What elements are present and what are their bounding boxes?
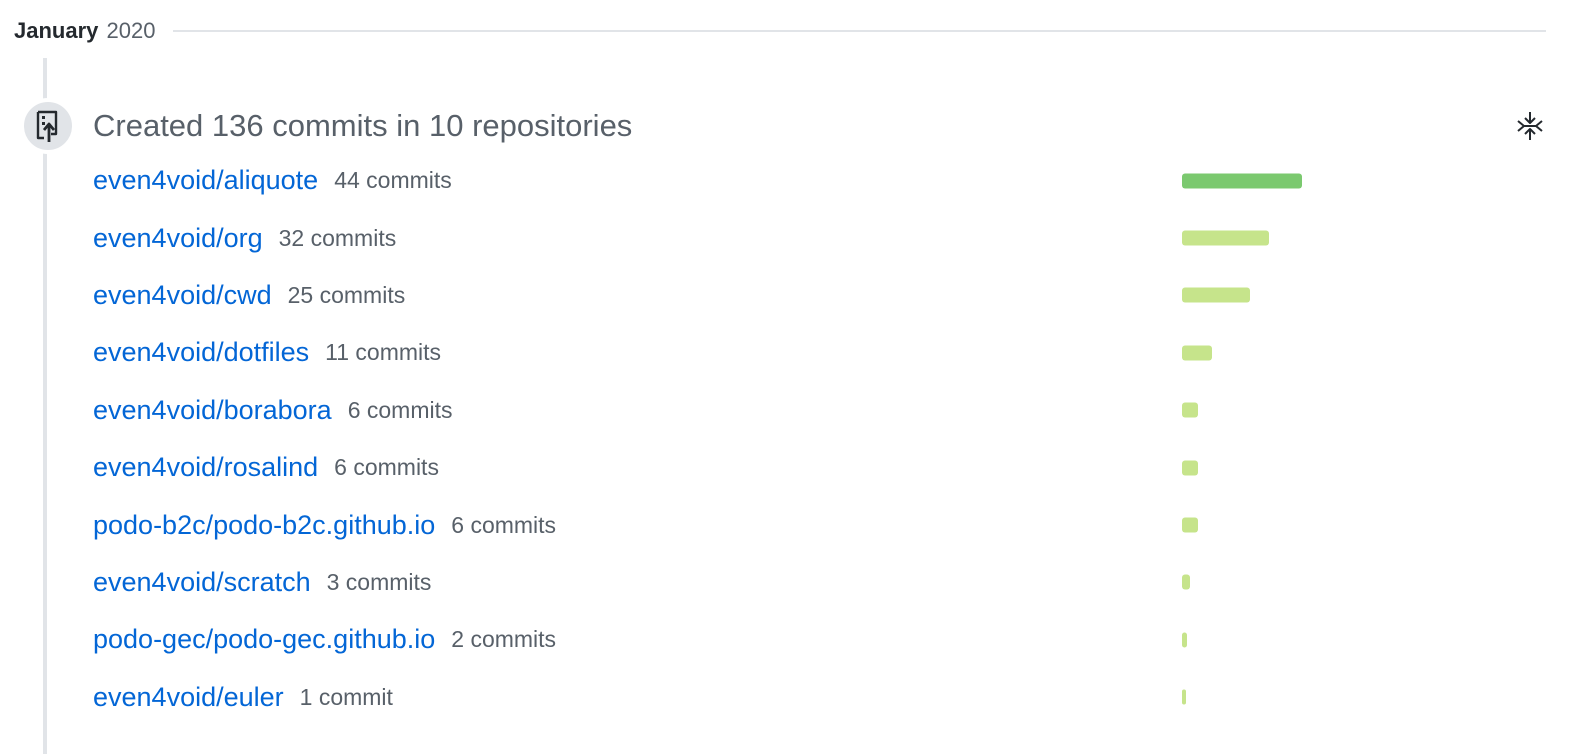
commit-bar-track bbox=[1182, 173, 1302, 189]
month-title: January 2020 bbox=[14, 18, 155, 44]
month-name: January bbox=[14, 18, 99, 43]
commit-bar-track bbox=[1182, 287, 1302, 303]
commit-bar-track bbox=[1182, 574, 1302, 590]
commit-bar bbox=[1182, 402, 1199, 418]
commit-count: 6 commits bbox=[347, 396, 453, 423]
repository-row: even4void/aliquote 44 commits bbox=[93, 152, 1393, 209]
commit-bar-track bbox=[1182, 230, 1302, 246]
repository-link[interactable]: even4void/euler bbox=[93, 682, 284, 713]
repository-row: podo-gec/podo-gec.github.io 2 commits bbox=[93, 611, 1393, 668]
commit-bar bbox=[1182, 230, 1270, 246]
repository-row: podo-b2c/podo-b2c.github.io 6 commits bbox=[93, 496, 1393, 553]
collapse-button[interactable] bbox=[1512, 108, 1548, 144]
timeline-line bbox=[43, 58, 47, 754]
event-badge bbox=[20, 98, 76, 154]
repository-link[interactable]: even4void/rosalind bbox=[93, 452, 318, 483]
commit-bar-track bbox=[1182, 517, 1302, 533]
commit-bar bbox=[1182, 574, 1191, 590]
commit-count: 25 commits bbox=[287, 281, 406, 308]
commit-bar bbox=[1182, 689, 1186, 705]
repository-link[interactable]: even4void/cwd bbox=[93, 280, 272, 311]
commit-bar bbox=[1182, 287, 1251, 303]
commit-bar bbox=[1182, 460, 1199, 476]
commit-count: 1 commit bbox=[299, 683, 393, 710]
event-summary: Created 136 commits in 10 repositories bbox=[93, 108, 633, 143]
repository-link[interactable]: even4void/dotfiles bbox=[93, 337, 309, 368]
commit-count: 2 commits bbox=[451, 626, 557, 653]
commit-bar-track bbox=[1182, 402, 1302, 418]
commit-bar bbox=[1182, 173, 1302, 189]
month-divider bbox=[173, 30, 1546, 32]
fold-icon bbox=[1517, 112, 1543, 140]
repository-row: even4void/rosalind 6 commits bbox=[93, 439, 1393, 496]
repository-link[interactable]: even4void/aliquote bbox=[93, 165, 318, 196]
commit-count: 44 commits bbox=[334, 167, 452, 194]
commit-bar bbox=[1182, 517, 1199, 533]
repository-link[interactable]: even4void/org bbox=[93, 223, 263, 254]
repository-link[interactable]: podo-gec/podo-gec.github.io bbox=[93, 624, 435, 655]
commit-bar bbox=[1182, 345, 1212, 361]
commit-count: 3 commits bbox=[326, 568, 432, 595]
repository-link[interactable]: even4void/borabora bbox=[93, 395, 332, 426]
repository-link[interactable]: even4void/scratch bbox=[93, 567, 311, 598]
repository-row: even4void/cwd 25 commits bbox=[93, 267, 1393, 324]
repository-row: even4void/scratch 3 commits bbox=[93, 554, 1393, 611]
commit-count: 6 commits bbox=[334, 454, 439, 481]
commit-count: 11 commits bbox=[325, 339, 442, 366]
commit-count: 6 commits bbox=[451, 511, 557, 538]
commit-bar-track bbox=[1182, 460, 1302, 476]
repository-row: even4void/org 32 commits bbox=[93, 209, 1393, 266]
month-year: 2020 bbox=[106, 18, 156, 43]
commit-bar-track bbox=[1182, 689, 1302, 705]
commit-count: 32 commits bbox=[278, 224, 397, 251]
commit-bar-track bbox=[1182, 632, 1302, 648]
repository-list: even4void/aliquote 44 commits even4void/… bbox=[93, 152, 1393, 726]
repository-row: even4void/borabora 6 commits bbox=[93, 382, 1393, 439]
commit-bar bbox=[1182, 632, 1188, 648]
repository-row: even4void/dotfiles 11 commits bbox=[93, 324, 1393, 381]
commit-bar-track bbox=[1182, 345, 1302, 361]
month-header: January 2020 bbox=[14, 14, 1546, 48]
repository-row: even4void/euler 1 commit bbox=[93, 669, 1393, 726]
repository-link[interactable]: podo-b2c/podo-b2c.github.io bbox=[93, 510, 435, 541]
repo-push-icon bbox=[36, 110, 58, 142]
